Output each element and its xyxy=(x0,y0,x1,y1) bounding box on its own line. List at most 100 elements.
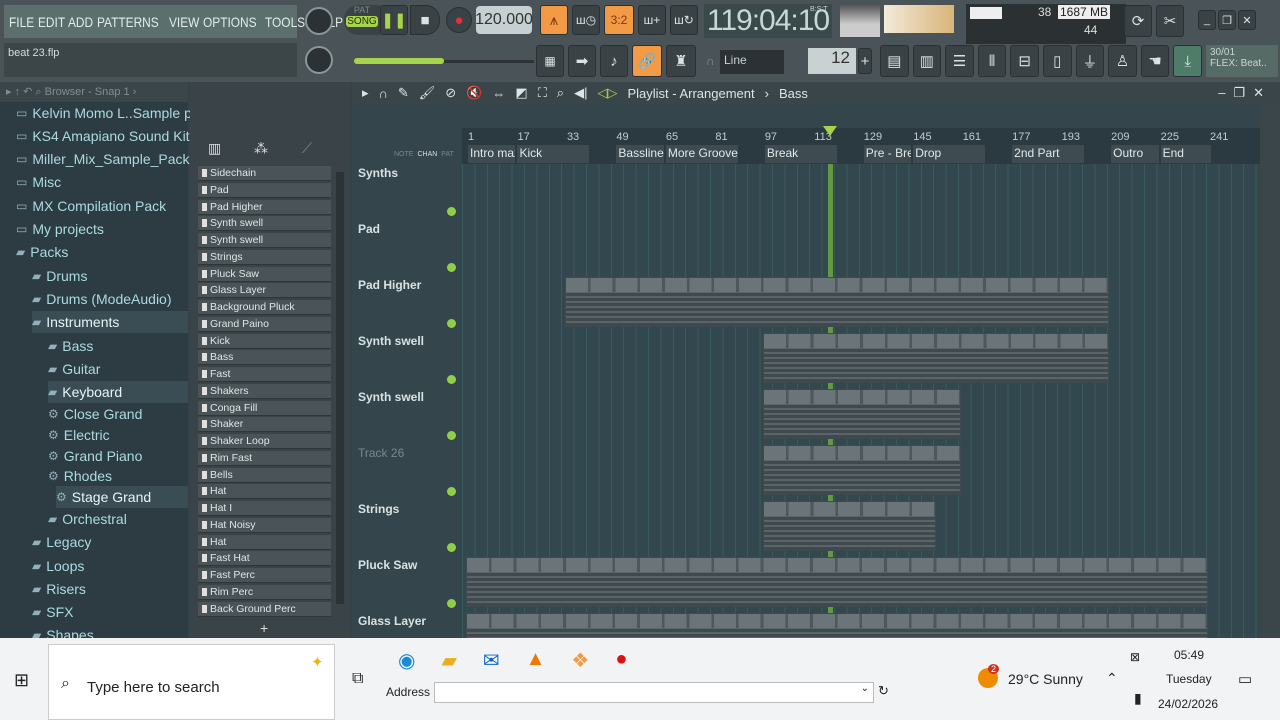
arrangement-marker[interactable]: Outro xyxy=(1111,145,1159,163)
link-icon[interactable]: 🔗 xyxy=(632,45,662,77)
waveform-icon[interactable]: ⁂ xyxy=(254,140,268,157)
taskbar-search[interactable]: ⌕ Type here to search ✦ xyxy=(48,644,335,720)
channel-row[interactable]: Pad Higher xyxy=(198,199,331,215)
browser-item[interactable]: ▰ Drums xyxy=(32,265,188,287)
pencil-icon[interactable]: ✎ xyxy=(398,85,409,101)
channel-row[interactable]: Kick xyxy=(198,333,331,349)
browser-item[interactable]: ⚙ Rhodes xyxy=(48,465,188,487)
pattern-clip[interactable] xyxy=(466,557,1209,607)
arrangement-marker[interactable]: 2nd Part xyxy=(1012,145,1085,163)
close-button[interactable]: ✕ xyxy=(1238,10,1256,30)
fl-studio-icon[interactable]: ❖ xyxy=(571,648,589,673)
slip-icon[interactable]: ⇔ xyxy=(492,86,505,101)
project-icon[interactable]: ▯ xyxy=(1042,45,1072,77)
playback-icon[interactable]: ◀| xyxy=(574,85,587,101)
pattern-clip[interactable] xyxy=(762,389,961,439)
song-mode[interactable]: SONG xyxy=(346,16,378,27)
track-header[interactable]: Synth swell xyxy=(358,388,462,444)
clock-time[interactable]: 05:49 xyxy=(1174,648,1204,662)
pat-song-toggle[interactable]: PAT SONG xyxy=(344,5,380,35)
channel-row[interactable]: Bass xyxy=(198,350,331,366)
news-panel[interactable]: 30/01 FLEX: Beat.. xyxy=(1206,45,1278,77)
maximize-button[interactable]: ❐ xyxy=(1218,10,1236,30)
browser-item[interactable]: ▭ MX Compilation Pack xyxy=(16,195,188,217)
browser-item[interactable]: ▭ Misc xyxy=(16,171,188,193)
browser-item[interactable]: ▰ Bass xyxy=(48,335,188,357)
increment-button[interactable]: + xyxy=(858,48,872,74)
channel-row[interactable]: Conga Fill xyxy=(198,400,331,416)
tempo-display[interactable]: 120.000 xyxy=(475,6,533,34)
stop-button[interactable]: ■ xyxy=(410,5,440,35)
playlist-scrollbar[interactable] xyxy=(1260,104,1280,638)
browser-item[interactable]: ▭ Miller_Mix_Sample_Pack 2 xyxy=(16,148,201,170)
browser-item[interactable]: ▭ Kelvin Momo L..Sample pack xyxy=(16,102,214,124)
browser-item[interactable]: ▰ Keyboard xyxy=(48,381,188,403)
channel-row[interactable]: Fast xyxy=(198,367,331,382)
browser-icon[interactable]: ⊟ xyxy=(1010,45,1039,77)
piano-roll-icon[interactable]: ▥ xyxy=(912,45,942,77)
master-volume-knob[interactable] xyxy=(305,7,333,35)
track-active-led[interactable] xyxy=(447,543,456,552)
menu-view[interactable]: VIEW xyxy=(169,14,199,30)
step-edit-button[interactable]: ш+ xyxy=(638,5,666,35)
metronome-button[interactable]: ⩚ xyxy=(540,5,568,35)
track-header[interactable]: Pad xyxy=(358,220,462,276)
browser-item[interactable]: ⚙ Close Grand xyxy=(48,403,188,425)
add-channel-button[interactable]: + xyxy=(260,620,268,636)
paint-icon[interactable]: 🖌 xyxy=(419,85,436,101)
vlc-icon[interactable]: ▲ xyxy=(526,648,546,673)
channel-row[interactable]: Pluck Saw xyxy=(198,266,331,282)
browser-item[interactable]: ▭ My projects xyxy=(16,218,188,240)
channel-row[interactable]: Hat I xyxy=(198,501,331,516)
playlist-window-icon[interactable]: ▤ xyxy=(880,45,909,77)
channel-row[interactable]: Shaker xyxy=(198,417,331,433)
track-active-led[interactable] xyxy=(447,599,456,608)
master-volume-slider[interactable] xyxy=(354,58,444,64)
arrangement-marker[interactable]: Bassline xyxy=(616,145,664,163)
minimize-button[interactable]: _ xyxy=(1198,10,1216,30)
arrow-tool-icon[interactable]: ➡ xyxy=(568,45,596,77)
current-pattern[interactable]: Bass xyxy=(779,86,808,101)
notifications-icon[interactable]: ▭ xyxy=(1238,670,1252,688)
loop-record-button[interactable]: ш↻ xyxy=(670,5,698,35)
touch-icon[interactable]: ☚ xyxy=(1140,45,1170,77)
download-icon[interactable]: ⤓ xyxy=(1173,45,1202,77)
file-explorer-icon[interactable]: ▰ xyxy=(441,648,456,673)
track-header[interactable]: Track 26 xyxy=(358,444,462,500)
track-active-led[interactable] xyxy=(447,207,456,216)
undo-icon[interactable]: ⟳ xyxy=(1124,5,1152,37)
track-header[interactable]: Pluck Saw xyxy=(358,556,462,612)
arrangement-marker[interactable]: Drop xyxy=(913,145,986,163)
track-header[interactable]: Synths xyxy=(358,164,462,220)
arrangement-marker[interactable]: Break xyxy=(764,145,837,163)
channel-row[interactable]: Grand Paino xyxy=(198,316,331,332)
menu-add[interactable]: ADD xyxy=(68,14,93,30)
plugin-icon[interactable]: ⏚ xyxy=(1075,45,1105,77)
track-header[interactable]: Pad Higher xyxy=(358,276,462,332)
outlook-icon[interactable]: ✉ xyxy=(483,648,500,673)
browser-item[interactable]: ▰ SFX xyxy=(32,601,188,623)
menu-tools[interactable]: TOOLS xyxy=(265,14,305,30)
track-active-led[interactable] xyxy=(447,375,456,384)
track-header[interactable]: Strings xyxy=(358,500,462,556)
tab-pat[interactable]: PAT xyxy=(441,151,454,158)
menu-options[interactable]: OPTIONS xyxy=(203,14,257,30)
slice-icon[interactable]: ◩ xyxy=(515,85,527,101)
channel-row[interactable]: Pad xyxy=(198,182,331,198)
countdown-button[interactable]: 3:2 xyxy=(604,5,634,35)
record-button[interactable]: ● xyxy=(446,7,472,33)
show-hidden-icons[interactable]: ⌃ xyxy=(1106,670,1118,687)
snap-select[interactable]: Line xyxy=(720,50,784,74)
track-active-led[interactable] xyxy=(447,431,456,440)
channel-row[interactable]: Sidechain xyxy=(198,166,331,181)
step-value[interactable]: 12 xyxy=(808,48,856,74)
tab-chan[interactable]: CHAN xyxy=(417,151,437,158)
pause-button[interactable]: ❚❚ xyxy=(380,5,408,35)
slide-tool-icon[interactable]: ♪ xyxy=(600,45,628,77)
track-active-led[interactable] xyxy=(447,319,456,328)
menu-file[interactable]: FILE xyxy=(9,14,34,30)
channel-scrollbar[interactable] xyxy=(336,172,344,604)
task-view-icon[interactable]: ⧉ xyxy=(352,670,363,688)
channel-row[interactable]: Fast Hat xyxy=(198,551,331,567)
delete-icon[interactable]: ⊘ xyxy=(445,85,456,101)
